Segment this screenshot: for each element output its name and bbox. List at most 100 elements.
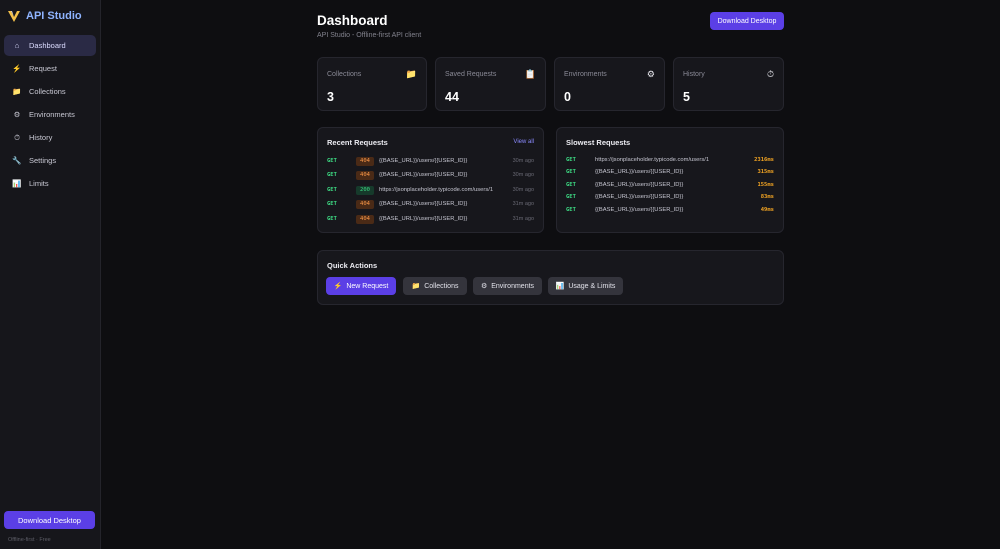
timestamp: 31m ago xyxy=(512,201,534,207)
folder-icon: 📁 xyxy=(411,283,421,290)
stat-label: Collections xyxy=(327,71,362,78)
stat-value: 0 xyxy=(564,90,571,104)
sidebar-item-label: History xyxy=(29,133,53,142)
stat-label: History xyxy=(683,71,705,78)
panel-title: Quick Actions xyxy=(327,261,378,270)
folder-icon: 📁 xyxy=(405,69,417,79)
page-title: Dashboard xyxy=(317,13,388,28)
app-name: API Studio xyxy=(26,10,82,22)
sidebar-item-settings[interactable]: 🔧 Settings xyxy=(4,150,96,171)
method-label: GET xyxy=(566,194,576,200)
method-label: GET xyxy=(566,169,576,175)
sidebar-nav: ⌂ Dashboard ⚡ Request 📁 Collections ⚙ En… xyxy=(4,35,96,196)
button-label: Collections xyxy=(424,282,459,290)
status-badge: 404 xyxy=(356,199,374,209)
request-url: {{BASE_URL}}/users/{{USER_ID}} xyxy=(379,216,468,222)
sidebar-item-environments[interactable]: ⚙ Environments xyxy=(4,104,96,125)
list-item[interactable]: GET {{BASE_URL}}/users/{{USER_ID}} 315ms xyxy=(566,166,774,178)
list-item[interactable]: GET {{BASE_URL}}/users/{{USER_ID}} 155ms xyxy=(566,179,774,191)
request-url: {{BASE_URL}}/users/{{USER_ID}} xyxy=(379,201,468,207)
stat-value: 44 xyxy=(445,90,459,104)
sidebar-item-label: Dashboard xyxy=(29,41,66,50)
sidebar: API Studio ⌂ Dashboard ⚡ Request 📁 Colle… xyxy=(0,0,101,549)
home-icon: ⌂ xyxy=(14,41,20,50)
stat-value: 5 xyxy=(683,90,690,104)
method-label: GET xyxy=(327,172,337,178)
collections-button[interactable]: 📁 Collections xyxy=(403,277,467,295)
bar-chart-icon: 📊 xyxy=(555,283,565,290)
sidebar-item-collections[interactable]: 📁 Collections xyxy=(4,81,96,102)
request-url: {{BASE_URL}}/users/{{USER_ID}} xyxy=(379,172,468,178)
sidebar-item-label: Environments xyxy=(29,110,75,119)
button-label: New Request xyxy=(346,282,389,290)
button-label: Environments xyxy=(491,282,535,290)
list-item[interactable]: GET https://jsonplaceholder.typicode.com… xyxy=(566,154,774,166)
duration-value: 315ms xyxy=(757,169,774,175)
method-label: GET xyxy=(327,187,337,193)
gear-icon: ⚙ xyxy=(13,110,21,119)
duration-value: 83ms xyxy=(760,194,774,200)
method-label: GET xyxy=(566,157,576,163)
panel-title: Slowest Requests xyxy=(566,138,631,147)
new-request-button[interactable]: ⚡ New Request xyxy=(326,277,396,295)
list-item[interactable]: GET 404 {{BASE_URL}}/users/{{USER_ID}} 3… xyxy=(327,169,534,181)
stat-label: Saved Requests xyxy=(445,71,497,78)
method-label: GET xyxy=(327,201,337,207)
logo-icon xyxy=(8,11,20,22)
panel-title: Recent Requests xyxy=(327,138,388,147)
sidebar-item-dashboard[interactable]: ⌂ Dashboard xyxy=(4,35,96,56)
bar-chart-icon: 📊 xyxy=(12,179,22,188)
status-badge: 200 xyxy=(356,185,374,195)
sidebar-item-label: Request xyxy=(29,64,57,73)
request-url: {{BASE_URL}}/users/{{USER_ID}} xyxy=(595,207,684,213)
duration-value: 2316ms xyxy=(754,157,774,163)
usage-limits-button[interactable]: 📊 Usage & Limits xyxy=(548,277,623,295)
download-desktop-button[interactable]: Download Desktop xyxy=(710,12,784,30)
timestamp: 30m ago xyxy=(512,187,534,193)
stat-card-collections[interactable]: Collections 📁 3 xyxy=(317,57,427,111)
stat-label: Environments xyxy=(564,71,607,78)
slowest-requests-panel: Slowest Requests GET https://jsonplaceho… xyxy=(556,127,784,233)
recent-requests-panel: Recent Requests View all GET 404 {{BASE_… xyxy=(317,127,544,233)
method-label: GET xyxy=(566,182,576,188)
request-url: {{BASE_URL}}/users/{{USER_ID}} xyxy=(595,169,684,175)
request-url: {{BASE_URL}}/users/{{USER_ID}} xyxy=(379,158,468,164)
request-url: {{BASE_URL}}/users/{{USER_ID}} xyxy=(595,182,684,188)
method-label: GET xyxy=(327,158,337,164)
list-item[interactable]: GET 404 {{BASE_URL}}/users/{{USER_ID}} 3… xyxy=(327,213,534,225)
stat-card-history[interactable]: History ⏱ 5 xyxy=(673,57,784,111)
list-item[interactable]: GET {{BASE_URL}}/users/{{USER_ID}} 83ms xyxy=(566,191,774,203)
stopwatch-icon: ⏱ xyxy=(14,132,20,142)
gear-icon: ⚙ xyxy=(646,69,655,79)
timestamp: 30m ago xyxy=(512,158,534,164)
stat-card-saved-requests[interactable]: Saved Requests 📋 44 xyxy=(435,57,546,111)
brand[interactable]: API Studio xyxy=(7,9,82,23)
status-badge: 404 xyxy=(356,170,374,180)
lightning-icon: ⚡ xyxy=(12,64,22,73)
button-label: Usage & Limits xyxy=(568,282,616,290)
sidebar-item-limits[interactable]: 📊 Limits xyxy=(4,173,96,194)
request-url: {{BASE_URL}}/users/{{USER_ID}} xyxy=(595,194,684,200)
list-item[interactable]: GET {{BASE_URL}}/users/{{USER_ID}} 49ms xyxy=(566,204,774,216)
list-item[interactable]: GET 404 {{BASE_URL}}/users/{{USER_ID}} 3… xyxy=(327,198,534,210)
folder-icon: 📁 xyxy=(12,87,22,96)
sidebar-footer: Offline-first · Free xyxy=(8,537,51,543)
clipboard-icon: 📋 xyxy=(524,69,536,79)
sidebar-item-label: Settings xyxy=(29,156,57,165)
method-label: GET xyxy=(566,207,576,213)
timestamp: 31m ago xyxy=(512,216,534,222)
list-item[interactable]: GET 404 {{BASE_URL}}/users/{{USER_ID}} 3… xyxy=(327,155,534,167)
list-item[interactable]: GET 200 https://jsonplaceholder.typicode… xyxy=(327,184,534,196)
stat-card-environments[interactable]: Environments ⚙ 0 xyxy=(554,57,665,111)
sidebar-item-request[interactable]: ⚡ Request xyxy=(4,58,96,79)
sidebar-item-history[interactable]: ⏱ History xyxy=(4,127,96,148)
view-all-link[interactable]: View all xyxy=(513,139,534,145)
sidebar-item-label: Collections xyxy=(29,87,66,96)
request-url: https://jsonplaceholder.typicode.com/use… xyxy=(595,157,710,163)
stat-value: 3 xyxy=(327,90,334,104)
environments-button[interactable]: ⚙ Environments xyxy=(473,277,542,295)
lightning-icon: ⚡ xyxy=(333,283,343,290)
sidebar-download-button[interactable]: Download Desktop xyxy=(4,511,95,529)
sidebar-item-label: Limits xyxy=(29,179,49,188)
method-label: GET xyxy=(327,216,337,222)
